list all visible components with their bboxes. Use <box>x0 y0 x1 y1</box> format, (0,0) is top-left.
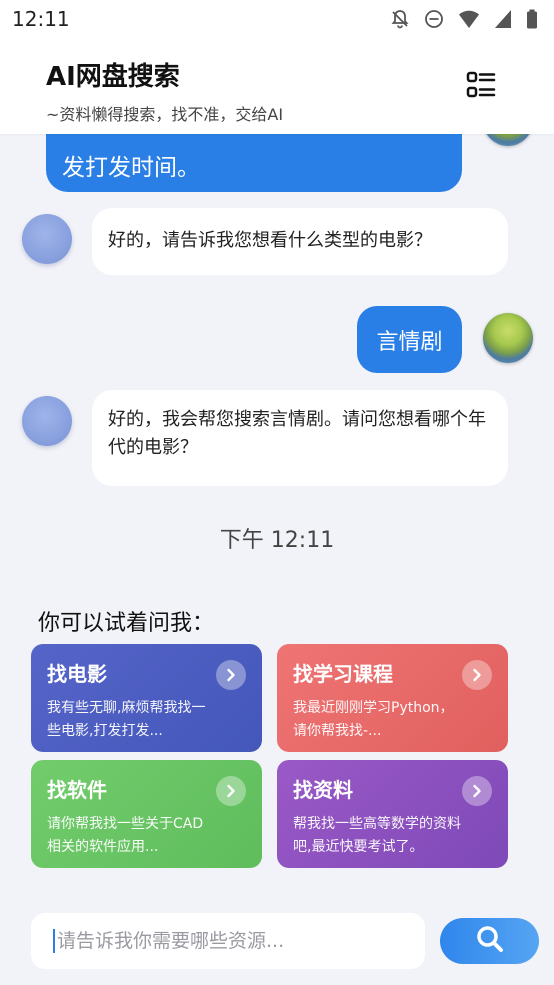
card-description: 帮我找一些高等数学的资料吧,最近快要考试了。 <box>293 816 461 855</box>
app-subtitle: ~资料懒得搜索，找不准，交给AI <box>46 105 284 124</box>
user-avatar <box>483 134 533 146</box>
app-header: AI网盘搜索 ~资料懒得搜索，找不准，交给AI <box>0 38 554 134</box>
suggestions-title: 你可以试着问我： <box>38 611 215 636</box>
do-not-disturb-icon <box>424 9 444 29</box>
bot-message-bubble: 好的，我会帮您搜索言情剧。请问您想看哪个年代的电影？ <box>92 390 508 486</box>
user-message-text: 发打发时间。 <box>62 155 200 181</box>
app-title: AI网盘搜索 <box>46 62 180 92</box>
notifications-off-icon <box>390 9 410 29</box>
suggestion-card-software[interactable]: 找软件 请你帮我找一些关于CAD相关的软件应用... <box>31 760 262 868</box>
bot-message-text: 好的，请告诉我您想看什么类型的电影？ <box>108 230 432 251</box>
signal-icon <box>494 9 512 29</box>
card-description: 我有些无聊,麻烦帮我找一些电影,打发打发... <box>47 700 206 739</box>
chevron-right-icon <box>462 660 492 690</box>
card-description: 我最近刚刚学习Python，请你帮我找-... <box>293 700 454 739</box>
user-message-bubble: 言情剧 <box>357 306 462 373</box>
status-time: 12:11 <box>12 7 70 31</box>
status-icons <box>390 9 538 29</box>
text-caret <box>53 929 55 953</box>
suggestion-card-materials[interactable]: 找资料 帮我找一些高等数学的资料吧,最近快要考试了。 <box>277 760 508 868</box>
menu-button[interactable] <box>466 70 496 100</box>
status-bar: 12:11 <box>0 0 554 38</box>
list-menu-icon <box>466 71 496 104</box>
battery-icon <box>526 9 538 29</box>
chevron-right-icon <box>216 660 246 690</box>
suggestion-card-movies[interactable]: 找电影 我有些无聊,麻烦帮我找一些电影,打发打发... <box>31 644 262 752</box>
user-message-bubble: 发打发时间。 <box>46 134 462 192</box>
bot-message-text: 好的，我会帮您搜索言情剧。请问您想看哪个年代的电影？ <box>108 409 486 458</box>
bot-avatar <box>22 396 72 446</box>
search-button[interactable] <box>440 918 539 964</box>
chevron-right-icon <box>216 776 246 806</box>
user-message-text: 言情剧 <box>376 329 443 355</box>
search-input[interactable] <box>56 930 403 952</box>
bot-message-bubble: 好的，请告诉我您想看什么类型的电影？ <box>92 208 508 275</box>
message-timestamp: 下午 12:11 <box>219 528 335 553</box>
search-icon <box>475 924 505 958</box>
chevron-right-icon <box>462 776 492 806</box>
card-description: 请你帮我找一些关于CAD相关的软件应用... <box>47 816 204 855</box>
wifi-icon <box>458 9 480 29</box>
user-avatar <box>483 313 533 363</box>
suggestion-card-courses[interactable]: 找学习课程 我最近刚刚学习Python，请你帮我找-... <box>277 644 508 752</box>
bot-avatar <box>22 214 72 264</box>
search-input-container[interactable] <box>31 913 425 969</box>
